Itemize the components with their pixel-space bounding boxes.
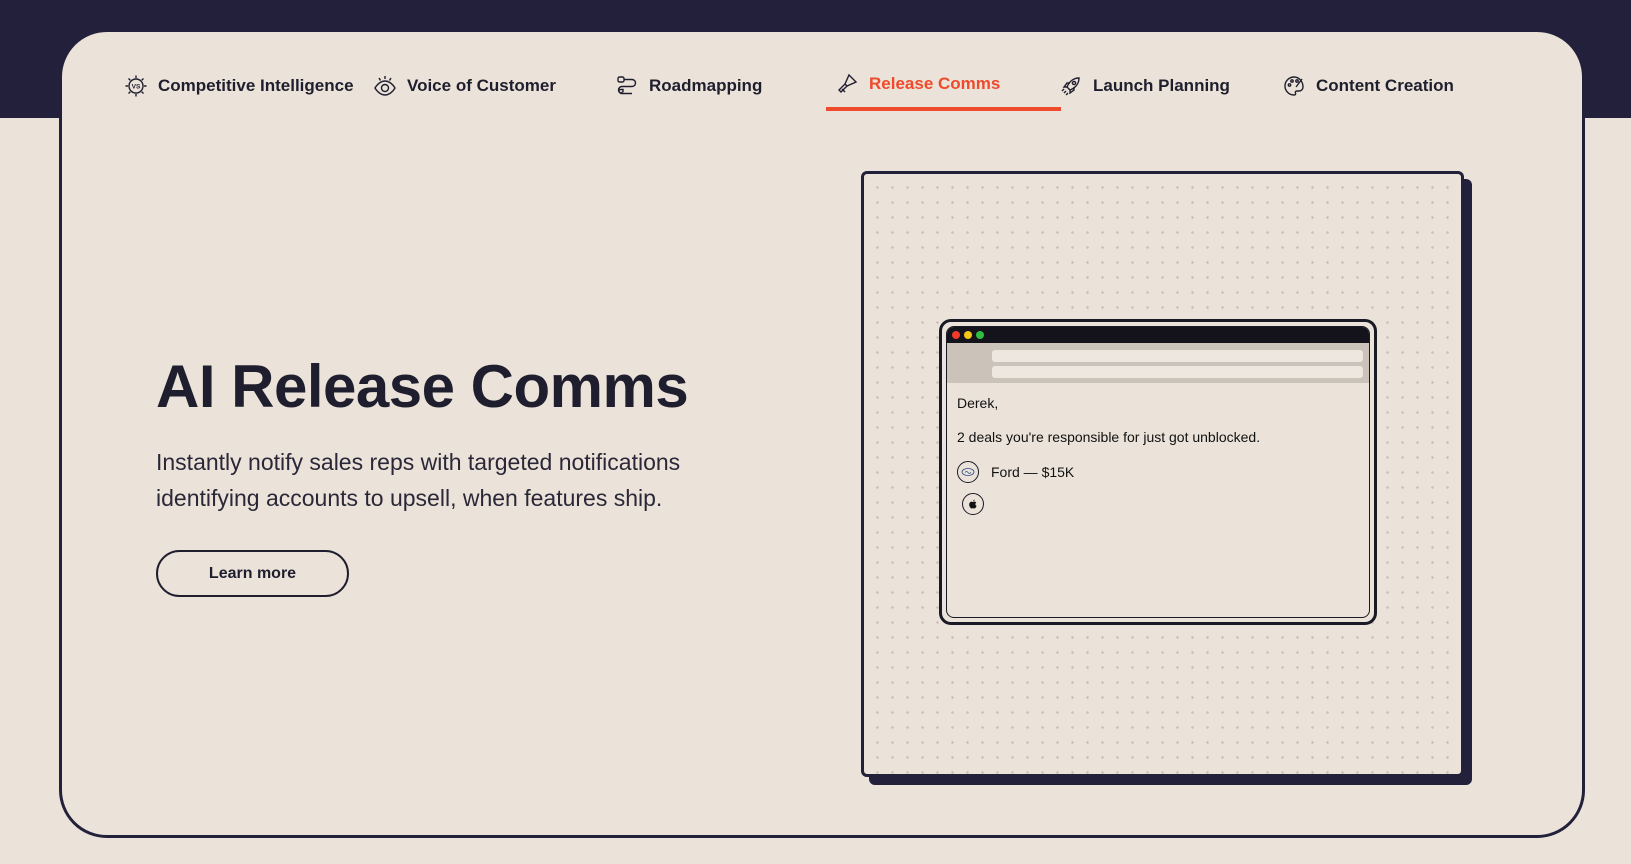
deal-row: [957, 493, 1359, 515]
palette-icon: [1284, 76, 1304, 96]
email-message: 2 deals you're responsible for just got …: [957, 429, 1261, 445]
tab-launch-planning[interactable]: Launch Planning: [1059, 72, 1230, 100]
tab-label: Launch Planning: [1093, 76, 1230, 95]
email-header: [947, 343, 1369, 383]
route-icon: [617, 76, 637, 95]
tab-label: Voice of Customer: [407, 76, 556, 95]
rocket-icon: [1061, 77, 1080, 96]
maximize-dot-icon: [976, 331, 984, 339]
ford-logo-icon: [957, 461, 979, 483]
deal-label: Ford — $15K: [991, 464, 1075, 480]
tab-voice-of-customer[interactable]: Voice of Customer: [373, 72, 556, 100]
email-window-inner: Derek, 2 deals you're responsible for ju…: [946, 326, 1370, 618]
feature-tabs: VS Competitive Intelligence Voice of Cus…: [62, 32, 1582, 112]
tab-label: Competitive Intelligence: [158, 76, 354, 95]
eye-icon: [374, 76, 396, 96]
tab-label: Release Comms: [869, 74, 1001, 93]
apple-logo-icon: [962, 493, 984, 515]
email-header-line: [992, 350, 1363, 362]
email-header-line: [992, 366, 1363, 378]
email-greeting: Derek,: [957, 395, 999, 411]
vs-badge-icon: VS: [125, 75, 147, 97]
tab-content-creation[interactable]: Content Creation: [1282, 72, 1454, 100]
tab-label: Roadmapping: [649, 76, 763, 95]
email-window: Derek, 2 deals you're responsible for ju…: [939, 319, 1377, 625]
close-dot-icon: [952, 331, 960, 339]
window-titlebar: [947, 327, 1369, 343]
deal-row: Ford — $15K: [957, 461, 1359, 483]
megaphone-icon: [838, 73, 858, 93]
hero-description: Instantly notify sales reps with targete…: [156, 449, 681, 511]
tab-label: Content Creation: [1316, 76, 1454, 95]
page-title: AI Release Comms: [156, 353, 689, 420]
illustration-panel: Derek, 2 deals you're responsible for ju…: [861, 171, 1464, 777]
tab-roadmapping[interactable]: Roadmapping: [615, 72, 762, 100]
tab-competitive-intelligence[interactable]: VS Competitive Intelligence: [124, 72, 354, 100]
minimize-dot-icon: [964, 331, 972, 339]
active-tab-indicator: [826, 107, 1061, 111]
email-body: Derek, 2 deals you're responsible for ju…: [947, 383, 1369, 515]
feature-card: VS Competitive Intelligence Voice of Cus…: [59, 29, 1585, 838]
svg-text:VS: VS: [132, 84, 141, 91]
tab-release-comms[interactable]: Release Comms: [835, 70, 1000, 98]
learn-more-button[interactable]: Learn more: [156, 550, 349, 597]
